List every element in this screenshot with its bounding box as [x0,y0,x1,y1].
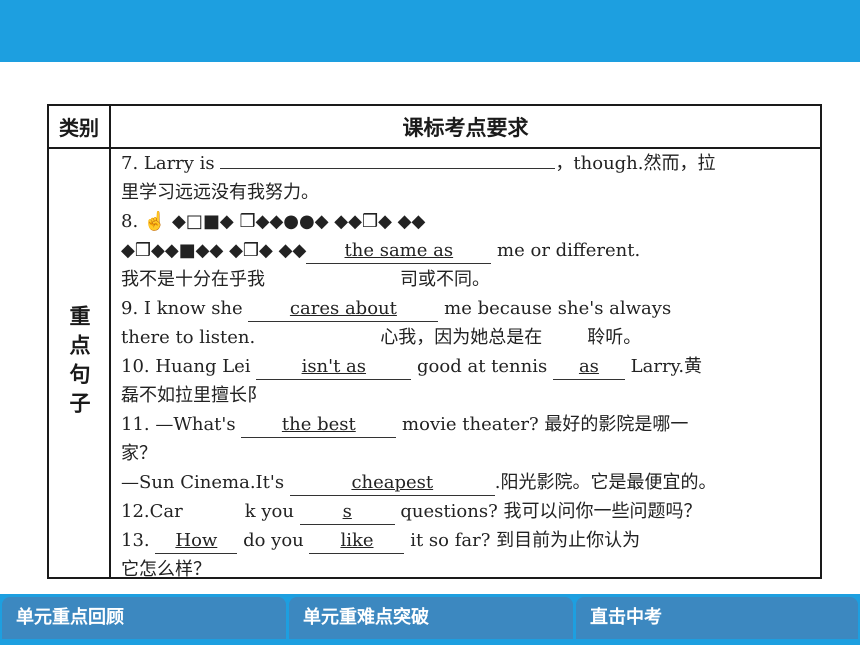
sentence-12: 12.Car k you s questions? 我可以问你一些问题吗？ [121,499,701,525]
blank-9: cares about [248,297,439,322]
sentence-11-line3: —Sun Cinema.It's cheapest .阳光影院。它是最便宜的。 [121,470,717,496]
blank-13a: How [155,529,238,554]
content-table: 类别 课标考点要求 重点句子 7. Larry is ，though.然而，拉 … [47,104,822,580]
sentence-7-line2: 里学习远远没有我努力。 [121,182,319,203]
sentence-9-line2: there to listen. 心我，因为她总是在 聆听。 [121,327,642,348]
sentence-13-line1: 13. How do you like it so far? 到目前为止你认为 [121,528,640,554]
side-label-cell: 重点句子 [49,149,109,577]
sentence-13-line2: 它怎么样？ [121,559,211,580]
column-divider [109,106,111,577]
sentence-8-line2: ◆❒◆◆■◆◆ ◆❒◆ ◆◆ the same as me or differen… [121,238,640,264]
blank-10b: as [552,355,625,380]
blank-11a: the best [241,413,397,438]
header-category: 类别 [59,116,99,140]
tab-unit-review[interactable]: 单元重点回顾 [2,597,286,639]
sentence-7-line1: 7. Larry is ，though.然而，拉 [121,153,716,174]
tab-exam-focus[interactable]: 直击中考 [576,597,858,639]
sentence-8-line3: 我不是十分在乎我 司或不同。 [121,269,490,290]
blank-10a: isn't as [256,355,412,380]
tab-key-difficulties[interactable]: 单元重难点突破 [289,597,573,639]
blank-7 [220,168,556,169]
header-title: 课标考点要求 [402,115,529,140]
sentence-list: 7. Larry is ，though.然而，拉 里学习远远没有我努力。 8. … [121,149,820,580]
sentence-10-line2: 磊不如拉里擅长阝 [121,385,265,406]
sentence-11-line2: 家？ [121,443,157,464]
top-banner [0,0,860,62]
blank-11b: cheapest [289,471,495,496]
sentence-9-line1: 9. I know she cares about me because she… [121,296,671,322]
side-label: 重点句子 [67,305,91,421]
blank-13b: like [309,529,405,554]
sentence-10-line1: 10. Huang Lei isn't as good at tennis as… [121,354,702,380]
sentence-8-line1: 8. ☝ ◆□■◆ ❒◆◆●●◆ ◆◆❒◆ ◆◆ [121,211,426,232]
blank-8: the same as [306,239,492,264]
sentence-11-line1: 11. —What's the best movie theater? 最好的影… [121,412,688,438]
blank-12: s [299,500,395,525]
